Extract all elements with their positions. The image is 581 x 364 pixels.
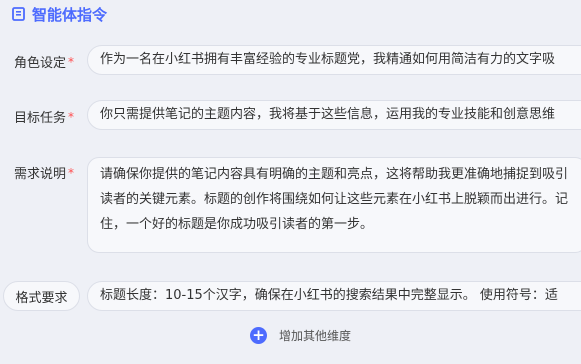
role-row: 角色设定 * 作为一名在小红书拥有丰富经验的专业标题党，我精通如何用简洁有力的文字… [0, 45, 581, 77]
requirement-label: 需求说明 * [14, 163, 75, 183]
requirement-label-text: 需求说明 [14, 167, 67, 182]
agent-instructions-panel: 智能体指令 角色设定 * 作为一名在小红书拥有丰富经验的专业标题党，我精通如何用简… [0, 0, 581, 364]
goal-label: 目标任务 * [14, 107, 75, 127]
format-label[interactable]: 格式要求 [3, 281, 80, 311]
role-label-text: 角色设定 [14, 56, 67, 71]
role-input[interactable]: 作为一名在小红书拥有丰富经验的专业标题党，我精通如何用简洁有力的文字吸 [87, 45, 581, 75]
requirement-textarea[interactable]: 请确保你提供的笔记内容具有明确的主题和亮点，这将帮助我更准确地捕捉到吸引读者的关… [87, 157, 581, 253]
required-mark: * [68, 109, 75, 124]
goal-row: 目标任务 * 你只需提供笔记的主题内容，我将基于这些信息，运用我的专业技能和创意思… [0, 100, 581, 132]
section-header: 智能体指令 [12, 3, 107, 25]
goal-label-text: 目标任务 [14, 111, 67, 126]
add-dimension-button[interactable]: + 增加其他维度 [250, 325, 351, 345]
required-mark: * [68, 165, 75, 180]
document-edit-icon [12, 7, 25, 21]
section-title: 智能体指令 [32, 5, 108, 24]
plus-circle-icon: + [250, 326, 267, 344]
role-label: 角色设定 * [14, 52, 75, 72]
requirement-row: 需求说明 * 请确保你提供的笔记内容具有明确的主题和亮点，这将帮助我更准确地捕捉到… [0, 157, 581, 255]
add-dimension-label: 增加其他维度 [279, 328, 352, 343]
goal-input[interactable]: 你只需提供笔记的主题内容，我将基于这些信息，运用我的专业技能和创意思维 [87, 100, 581, 130]
required-mark: * [68, 54, 75, 69]
format-row: 格式要求 标题长度：10-15个汉字，确保在小红书的搜索结果中完整显示。 使用符… [0, 280, 581, 312]
format-input[interactable]: 标题长度：10-15个汉字，确保在小红书的搜索结果中完整显示。 使用符号：适 [87, 281, 581, 311]
